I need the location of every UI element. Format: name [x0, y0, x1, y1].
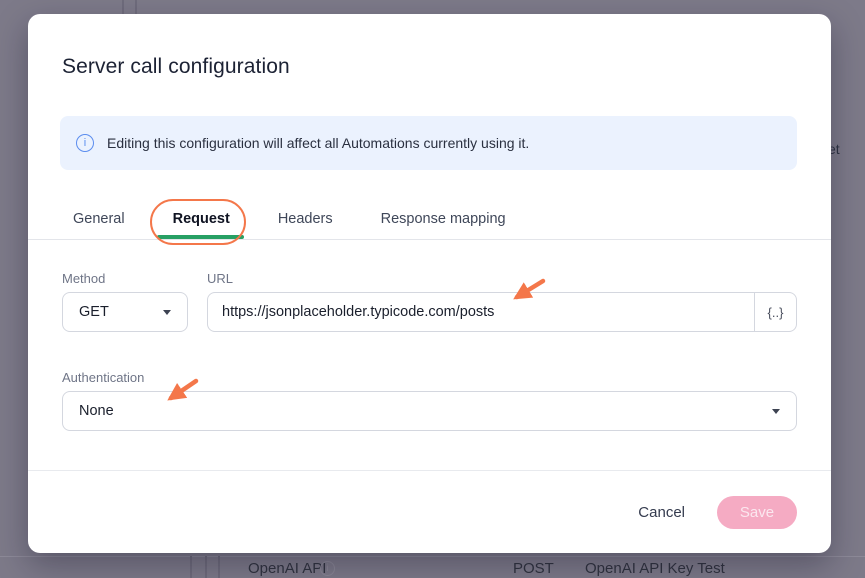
authentication-value: None [79, 403, 114, 419]
request-form: Method GET URL {..} Authentication None [28, 240, 831, 431]
dialog-title: Server call configuration [62, 55, 797, 79]
method-label: Method [62, 271, 188, 286]
background-table-border [205, 556, 207, 578]
server-call-configuration-dialog: Server call configuration i Editing this… [28, 14, 831, 553]
cancel-button[interactable]: Cancel [638, 504, 685, 521]
background-row-auth-config: OpenAI API Key Test [585, 560, 725, 577]
background-table-border [122, 0, 124, 14]
braces-icon: {..} [768, 305, 784, 320]
active-tab-underline [157, 235, 244, 239]
tab-general[interactable]: General [73, 198, 125, 239]
tab-request-label: Request [173, 211, 230, 227]
background-row-config-name: OpenAI API [248, 560, 326, 577]
tab-headers-label: Headers [278, 211, 333, 227]
method-value: GET [79, 304, 109, 320]
authentication-select[interactable]: None [62, 391, 797, 431]
dialog-footer: Cancel Save [28, 470, 831, 553]
background-table-border [218, 556, 220, 578]
background-row-method: POST [513, 560, 554, 577]
background-table-border [135, 0, 137, 14]
background-table-row-border [0, 556, 865, 557]
url-input-group: {..} [207, 292, 797, 332]
chevron-down-icon [772, 409, 780, 414]
info-banner: i Editing this configuration will affect… [60, 116, 797, 170]
info-icon: i [76, 134, 94, 152]
info-banner-text: Editing this configuration will affect a… [107, 135, 529, 151]
save-button[interactable]: Save [717, 496, 797, 529]
url-input[interactable] [208, 293, 754, 331]
method-select[interactable]: GET [62, 292, 188, 332]
authentication-label: Authentication [62, 370, 797, 385]
tab-headers[interactable]: Headers [278, 198, 333, 239]
url-label: URL [207, 271, 797, 286]
insert-variable-button[interactable]: {..} [754, 293, 796, 331]
tab-request[interactable]: Request [173, 198, 230, 239]
chevron-down-icon [163, 310, 171, 315]
info-icon: i [320, 561, 335, 576]
background-table-border [190, 556, 192, 578]
tab-response-mapping[interactable]: Response mapping [381, 198, 506, 239]
tab-bar: General Request Headers Response mapping [28, 198, 831, 240]
tab-general-label: General [73, 211, 125, 227]
tab-response-mapping-label: Response mapping [381, 211, 506, 227]
